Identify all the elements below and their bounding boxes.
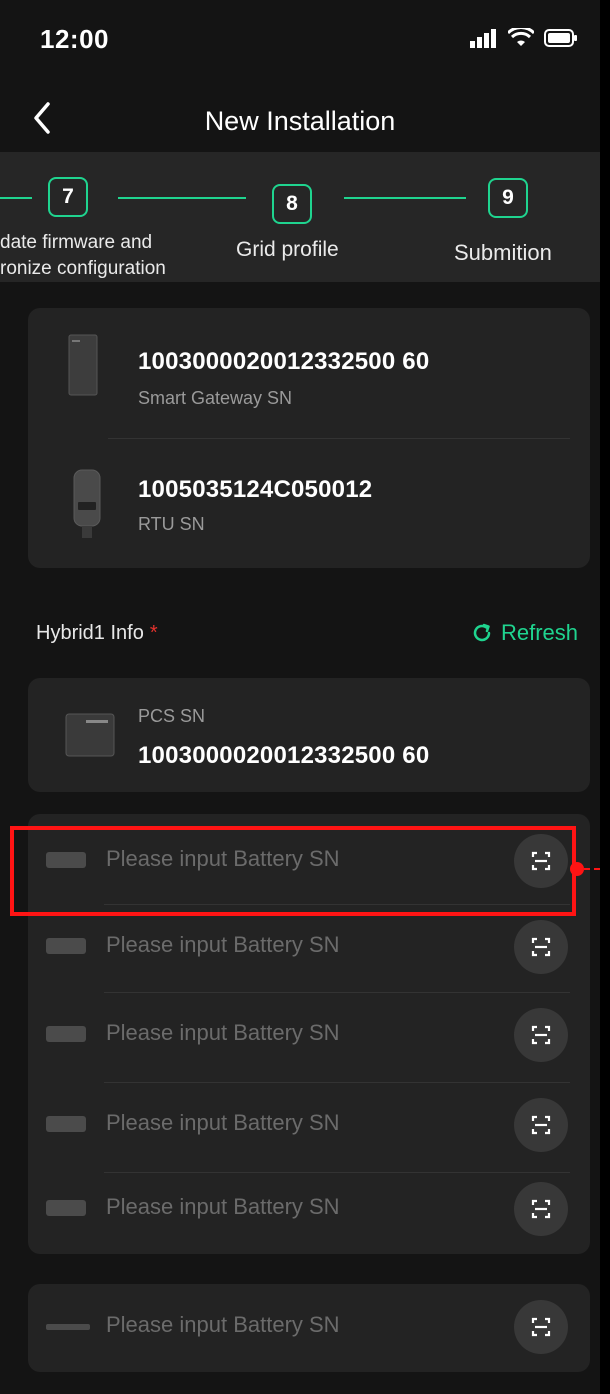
battery-sn-input-3[interactable]: Please input Battery SN [106, 1020, 340, 1046]
battery-sn-input-4[interactable]: Please input Battery SN [106, 1110, 340, 1136]
step-8-label: Grid profile [236, 238, 339, 261]
battery-row-3: Please input Battery SN [28, 990, 590, 1080]
battery-row-4: Please input Battery SN [28, 1080, 590, 1170]
highlight-pointer-line [584, 868, 600, 870]
wifi-icon [508, 28, 534, 46]
device-card: 1003000020012332500 60 Smart Gateway SN … [28, 308, 590, 568]
rtu-icon [73, 469, 101, 538]
battery-sn-input-2[interactable]: Please input Battery SN [106, 932, 340, 958]
pcs-icon [65, 713, 115, 757]
card-divider [108, 438, 570, 439]
hybrid-info-title: Hybrid1 Info * [36, 622, 158, 645]
highlight-box [10, 826, 576, 916]
step-connector [0, 197, 32, 199]
scan-button-6[interactable] [514, 1300, 568, 1354]
battery-row-5: Please input Battery SN [28, 1164, 590, 1254]
battery-module-icon [46, 1026, 86, 1042]
step-9-badge[interactable]: 9 [488, 178, 528, 218]
battery-cable-icon [46, 1324, 90, 1330]
scan-icon [531, 1199, 551, 1219]
scan-button-2[interactable] [514, 920, 568, 974]
battery-sn-input-6[interactable]: Please input Battery SN [106, 1312, 340, 1338]
refresh-label: Refresh [500, 620, 578, 645]
required-mark: * [149, 622, 158, 644]
battery-card-extra: Please input Battery SN [28, 1284, 590, 1372]
pcs-sn-label: PCS SN [138, 706, 206, 726]
scan-button-3[interactable] [514, 1008, 568, 1062]
nav-bar: New Installation [0, 90, 600, 150]
step-7-label-line2: ronize configuration [0, 258, 166, 279]
step-8-badge[interactable]: 8 [272, 184, 312, 224]
status-time: 12:00 [40, 24, 109, 54]
gateway-sn: 1003000020012332500 60 [138, 348, 430, 375]
battery-module-icon [46, 1200, 86, 1216]
battery-status-icon [544, 29, 577, 47]
page-title: New Installation [204, 106, 396, 136]
app-screen: 12:00 New Installation 7 8 9 date firmwa… [0, 0, 600, 1394]
step-connector [118, 197, 246, 199]
step-7-label-line1: date firmware and [0, 232, 153, 253]
scan-button-4[interactable] [514, 1098, 568, 1152]
progress-stepper: 7 8 9 date firmware and ronize configura… [0, 152, 600, 282]
smart-gateway-icon [68, 334, 98, 396]
step-9-label: Submition [454, 240, 552, 265]
status-bar: 12:00 [0, 0, 600, 80]
signal-icon [470, 29, 496, 48]
scan-button-5[interactable] [514, 1182, 568, 1236]
highlight-marker-dot [570, 862, 584, 876]
scan-icon [531, 1317, 551, 1337]
rtu-sn-label: RTU SN [138, 514, 205, 534]
battery-module-icon [46, 1116, 86, 1132]
rtu-sn: 1005035124C050012 [138, 476, 373, 503]
scan-icon [531, 1025, 551, 1045]
scan-icon [531, 1115, 551, 1135]
step-7-badge[interactable]: 7 [48, 177, 88, 217]
refresh-icon [473, 623, 491, 642]
pcs-card: PCS SN 1003000020012332500 60 [28, 678, 590, 792]
refresh-button[interactable]: Refresh [471, 620, 578, 646]
battery-sn-input-5[interactable]: Please input Battery SN [106, 1194, 340, 1220]
status-icons [470, 28, 578, 48]
battery-module-icon [46, 938, 86, 954]
hybrid-info-label: Hybrid1 Info [36, 622, 144, 644]
gateway-sn-label: Smart Gateway SN [138, 388, 293, 408]
scan-icon [531, 937, 551, 957]
pcs-sn: 1003000020012332500 60 [138, 742, 430, 769]
screen-gutter [600, 0, 610, 1394]
step-connector [344, 197, 466, 199]
